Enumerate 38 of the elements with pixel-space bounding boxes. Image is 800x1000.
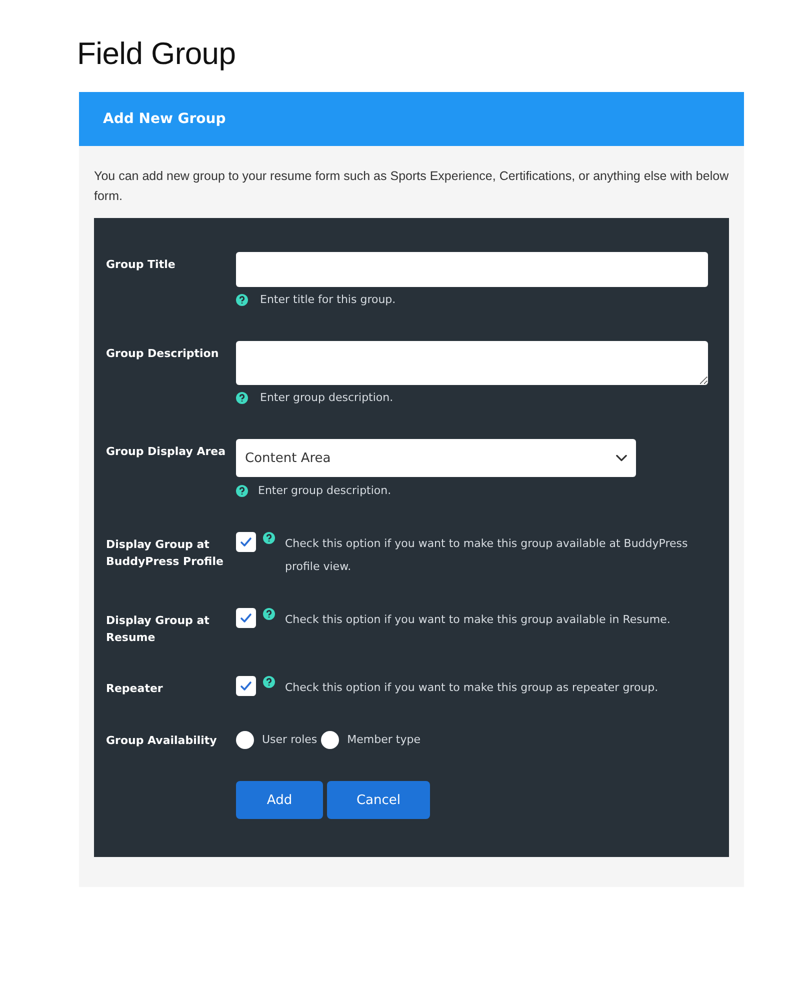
field-label: Group Title (106, 257, 176, 273)
field-label: Group Display Area (106, 444, 227, 460)
help-text: Check this option if you want to make this group as repeater group. (285, 680, 660, 696)
help-text: Enter group description. (258, 483, 392, 499)
checkbox[interactable] (236, 676, 256, 696)
add-button[interactable]: Add (236, 781, 323, 820)
help-text: Check this option if you want to make this group available in Resume. (285, 612, 672, 628)
radio-label: Member type (347, 733, 420, 746)
check-icon (240, 681, 252, 691)
help-icon (236, 294, 248, 306)
field-label: Group Availability (106, 733, 218, 749)
help-text: Check this option if you want to make this group available at BuddyPress profile view. (285, 536, 689, 575)
page-title: Field Group (77, 36, 237, 72)
field-label: Display Group at BuddyPress Profile (106, 537, 224, 570)
field-label: Group Description (106, 346, 220, 362)
check-icon (240, 537, 252, 547)
checkbox[interactable] (236, 532, 256, 552)
radio-button[interactable] (321, 731, 340, 749)
radio-button[interactable] (236, 731, 254, 749)
field-label: Repeater (106, 681, 164, 697)
help-text: Enter title for this group. (260, 292, 396, 308)
text-field[interactable] (236, 252, 708, 287)
panel-header: Add New Group (79, 92, 744, 146)
chevron-down-icon (616, 454, 627, 462)
help-text: Enter group description. (260, 390, 394, 406)
help-icon (263, 608, 275, 620)
checkbox[interactable] (236, 608, 256, 628)
radio-label: User roles (262, 733, 318, 746)
select-dropdown[interactable]: Content Area (236, 439, 636, 477)
help-icon (236, 392, 248, 404)
help-icon (236, 484, 248, 496)
help-icon (263, 532, 275, 544)
field-label: Display Group at Resume (106, 613, 210, 646)
intro-text: You can add new group to your resume form such as Sports Experience, Certifications, or anything else with below form. (94, 168, 729, 205)
textarea-field[interactable] (236, 341, 708, 385)
help-icon (263, 676, 275, 688)
check-icon (240, 613, 252, 623)
cancel-button[interactable]: Cancel (327, 781, 430, 820)
